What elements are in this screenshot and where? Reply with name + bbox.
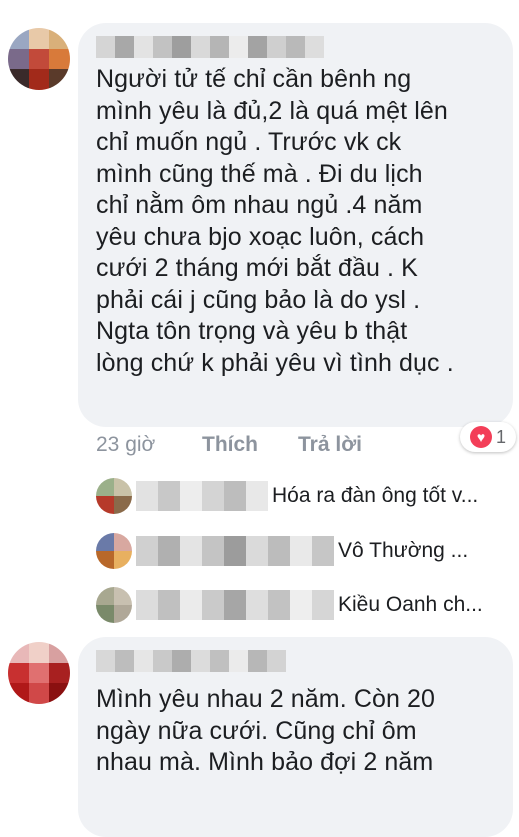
reply-item[interactable]: Kiều Oanh ch...	[96, 585, 483, 625]
reply-name-blurred	[136, 590, 334, 620]
comment-timestamp[interactable]: 23 giờ	[96, 433, 202, 457]
avatar	[96, 533, 132, 569]
comment-actions: 23 giờ Thích Trả lời	[96, 430, 362, 460]
reply-preview-text: Kiều Oanh ch...	[338, 593, 483, 616]
reply-button[interactable]: Trả lời	[298, 433, 362, 457]
commenter-name-blurred[interactable]	[96, 650, 286, 672]
reaction-badge[interactable]: ♥ 1	[460, 422, 516, 452]
avatar	[96, 587, 132, 623]
reply-preview-text: Vô Thường ...	[338, 539, 469, 562]
reply-name-blurred	[136, 481, 268, 511]
reply-preview-text: Hóa ra đàn ông tốt v...	[272, 484, 479, 507]
reaction-count: 1	[495, 426, 506, 447]
avatar	[96, 478, 132, 514]
comment-text: Mình yêu nhau 2 năm. Còn 20 ngày nữa cướ…	[96, 685, 436, 776]
reply-item[interactable]: Hóa ra đàn ông tốt v...	[96, 476, 478, 516]
heart-icon: ♥	[469, 426, 492, 448]
commenter-name-blurred[interactable]	[96, 36, 324, 58]
comment-text: Người tử tế chỉ cần bênh ng mình yêu là …	[96, 65, 454, 377]
commenter-avatar[interactable]	[8, 642, 70, 704]
reply-name-blurred	[136, 536, 334, 566]
like-button[interactable]: Thích	[202, 433, 298, 457]
commenter-avatar[interactable]	[8, 28, 70, 90]
reply-item[interactable]: Vô Thường ...	[96, 531, 468, 571]
